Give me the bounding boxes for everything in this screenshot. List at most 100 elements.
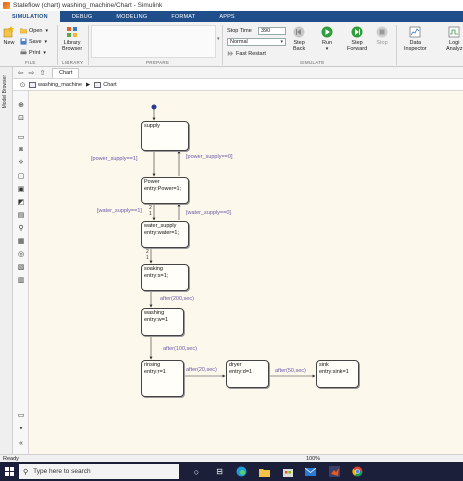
default-transition-icon[interactable]: ⚲ xyxy=(17,224,25,232)
logic-analyzer-button[interactable]: Logi Analyz xyxy=(446,26,463,52)
junction-tool-icon[interactable]: ⟡ xyxy=(17,159,25,167)
table-tool-icon[interactable]: ▥ xyxy=(17,276,25,284)
run-button[interactable]: Run ▾ xyxy=(321,26,333,52)
library-browser-button[interactable]: Library Browser xyxy=(62,26,82,52)
transition-label[interactable]: [water_supply==0] xyxy=(186,210,231,216)
state-entry-action: entry:water=1; xyxy=(144,229,180,236)
state-supply[interactable]: supply xyxy=(141,121,189,151)
matlab-function-icon[interactable]: ◩ xyxy=(17,198,25,206)
save-button[interactable]: Save ▾ xyxy=(20,38,47,45)
transition-label[interactable]: [power_supply==0] xyxy=(186,154,232,160)
breadcrumb-chart[interactable]: Chart xyxy=(94,81,117,88)
state-power[interactable]: Power entry:Power=1; xyxy=(141,177,189,204)
model-browser-panel[interactable]: Model Browser xyxy=(0,67,13,454)
up-arrow-icon[interactable]: ⇧ xyxy=(38,68,47,77)
chrome-icon[interactable] xyxy=(352,466,363,477)
edge-browser-icon[interactable] xyxy=(236,466,247,477)
run-icon xyxy=(321,26,333,38)
tab-simulation[interactable]: SIMULATION xyxy=(0,11,60,22)
step-forward-button[interactable]: Step Forward xyxy=(347,26,367,52)
window-title: Stateflow (chart) washing_machine/Chart … xyxy=(13,2,163,9)
transition-label[interactable]: after(50,sec) xyxy=(275,368,306,374)
simulation-mode-select[interactable]: Normal xyxy=(227,38,286,46)
breadcrumb: ⊙ washing_machine ▶ Chart xyxy=(13,79,463,91)
chevron-down-icon: ▾ xyxy=(325,46,329,52)
fast-restart-toggle[interactable]: Fast Restart xyxy=(227,50,266,57)
edge-logo xyxy=(236,466,247,477)
object-palette: ⊕ ⊡ ▭ ⧈ ⟡ ▢ ▣ ◩ ▤ ⚲ ▦ ◎ ▧ ▥ ▭ ▪ « xyxy=(13,91,29,454)
stop-button[interactable]: Stop xyxy=(376,26,388,46)
state-sink[interactable]: sink entry:sink=1 xyxy=(316,360,359,388)
simulink-function-icon[interactable]: ▣ xyxy=(17,185,25,193)
chevron-down-icon: ▾ xyxy=(43,49,46,56)
task-view-icon[interactable]: ○ xyxy=(191,466,202,477)
new-icon xyxy=(3,26,14,38)
search-icon: ⚲ xyxy=(23,468,29,476)
annotation-icon[interactable]: ▦ xyxy=(17,237,25,245)
back-arrow-icon[interactable]: ⇦ xyxy=(16,68,25,77)
history-junction-icon[interactable]: ◎ xyxy=(17,250,25,258)
breadcrumb-separator-icon: ▶ xyxy=(86,81,91,88)
section-simulate-label: SIMULATE xyxy=(300,60,325,65)
widgets-icon[interactable]: ⊟ xyxy=(214,466,225,477)
tab-modeling[interactable]: MODELING xyxy=(104,11,159,22)
fit-view-icon[interactable]: ⊡ xyxy=(17,114,25,122)
divider xyxy=(88,25,89,65)
chart-icon xyxy=(94,81,102,88)
mail-icon[interactable] xyxy=(305,466,316,477)
store-icon[interactable] xyxy=(282,466,293,477)
tab-format[interactable]: FORMAT xyxy=(159,11,207,22)
stop-time-input[interactable]: 390 xyxy=(258,27,286,35)
transition-label[interactable]: after(100,sec) xyxy=(163,346,197,352)
chevron-down-icon: ▾ xyxy=(45,27,48,34)
chart-canvas[interactable]: supply Power entry:Power=1; water_supply… xyxy=(29,91,463,454)
execution-order: 1 xyxy=(146,255,149,261)
state-tool-icon[interactable]: ▭ xyxy=(17,133,25,141)
step-forward-icon xyxy=(351,26,363,38)
forward-arrow-icon[interactable]: ⇨ xyxy=(27,68,36,77)
prepare-gallery[interactable] xyxy=(91,25,216,58)
open-button[interactable]: Open ▾ xyxy=(20,27,48,34)
mail-logo xyxy=(305,467,316,476)
data-inspector-button[interactable]: Data Inspector xyxy=(404,26,427,52)
transition-label[interactable]: [power_supply==1] xyxy=(91,156,137,162)
section-library-label: LIBRARY xyxy=(62,60,84,65)
image-tool-icon[interactable]: ▧ xyxy=(17,263,25,271)
tab-chart[interactable]: Chart xyxy=(52,67,80,78)
truth-table-icon[interactable]: ▤ xyxy=(17,211,25,219)
gallery-expand-icon[interactable]: ▾ xyxy=(217,36,220,42)
execution-order: 1 xyxy=(149,211,152,217)
state-dryer[interactable]: dryer entry:d=1 xyxy=(226,360,269,388)
zoom-level: 100% xyxy=(306,455,321,462)
transition-label[interactable]: after(20,sec) xyxy=(186,367,217,373)
file-explorer-icon[interactable] xyxy=(259,466,270,477)
tab-apps[interactable]: APPS xyxy=(207,11,246,22)
logic-analyzer-icon xyxy=(448,26,460,38)
breadcrumb-model[interactable]: washing_machine xyxy=(29,81,82,88)
transition-label[interactable]: [water_supply==1] xyxy=(97,208,142,214)
matlab-taskbar-icon[interactable] xyxy=(329,466,340,477)
hide-explorer-icon[interactable]: ⊙ xyxy=(18,80,27,89)
settings-icon[interactable]: ▪ xyxy=(17,424,25,432)
state-water-supply[interactable]: water_supply entry:water=1; xyxy=(141,221,189,248)
step-back-button[interactable]: Step Back xyxy=(293,26,305,52)
stop-time-label: Stop Time xyxy=(227,28,252,34)
tab-debug[interactable]: DEBUG xyxy=(60,11,105,22)
windows-start-icon[interactable] xyxy=(0,462,19,481)
state-entry-action: entry:Power=1; xyxy=(144,185,182,192)
print-button[interactable]: Print ▾ xyxy=(20,49,46,56)
folder-icon xyxy=(20,28,27,34)
sticky-note-icon[interactable]: ▭ xyxy=(17,411,25,419)
box-tool-icon[interactable]: ⧈ xyxy=(17,146,25,154)
state-soaking[interactable]: soaking entry:s=1; xyxy=(141,264,189,291)
state-rinsing[interactable]: rinsing entry:r=1 xyxy=(141,360,184,397)
transition-label[interactable]: after(200,sec) xyxy=(160,296,194,302)
status-bar: Ready 100% xyxy=(0,454,463,462)
taskbar-search[interactable]: ⚲ Type here to search xyxy=(19,464,179,479)
state-entry-action: entry:sink=1 xyxy=(319,368,349,375)
state-washing[interactable]: washing entry:w=1 xyxy=(141,308,184,336)
function-tool-icon[interactable]: ▢ xyxy=(17,172,25,180)
zoom-in-icon[interactable]: ⊕ xyxy=(17,101,25,109)
collapse-palette-icon[interactable]: « xyxy=(17,439,25,447)
new-button[interactable]: New xyxy=(3,26,15,46)
